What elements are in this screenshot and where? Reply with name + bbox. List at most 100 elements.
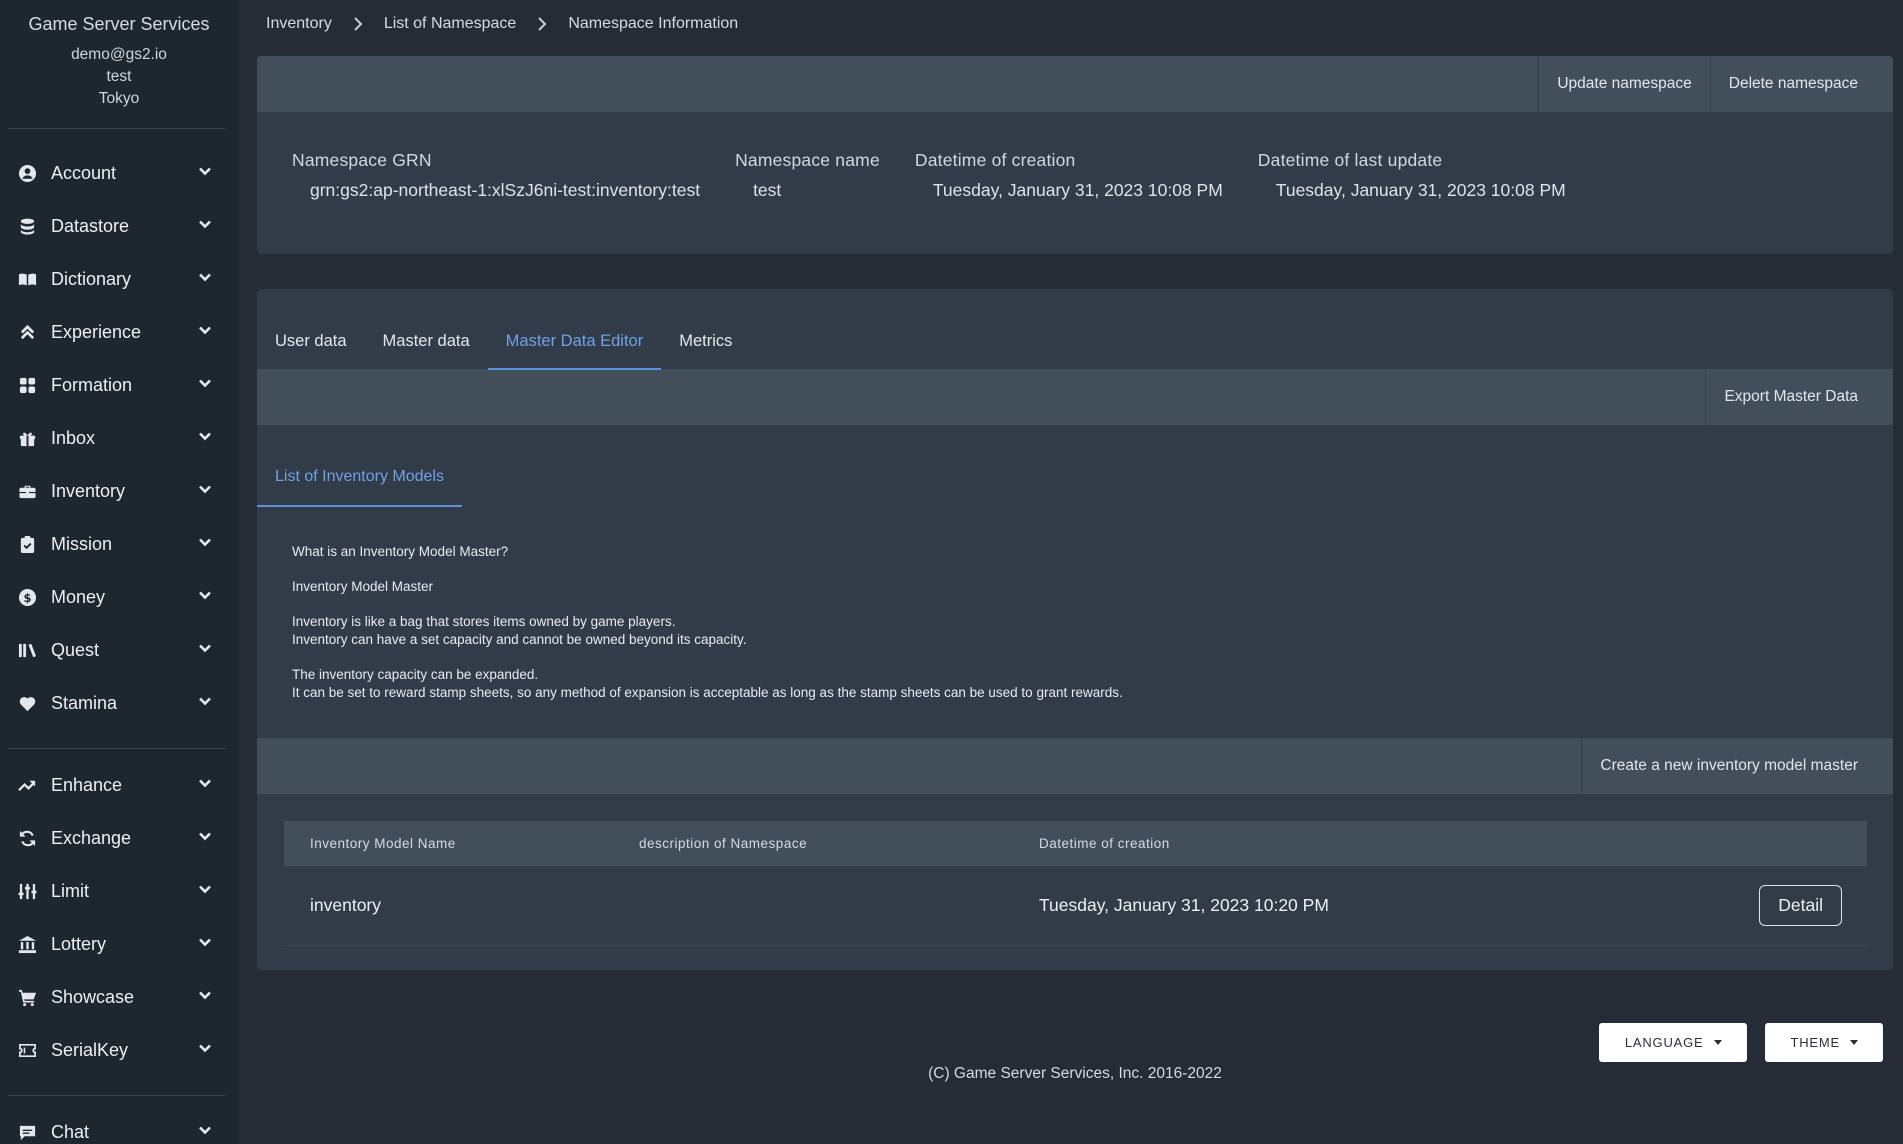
- sidebar-item-label: Mission: [51, 534, 113, 554]
- subtab-inventory-models[interactable]: List of Inventory Models: [257, 468, 462, 507]
- stamina-icon: [17, 694, 37, 714]
- sidebar-item-label: SerialKey: [51, 1040, 129, 1060]
- chevron-down-icon[interactable]: [198, 323, 212, 342]
- sidebar-item-label: Account: [51, 163, 117, 183]
- sidebar-item-showcase[interactable]: Showcase: [0, 971, 238, 1024]
- sidebar-item-stamina[interactable]: Stamina: [0, 677, 238, 730]
- breadcrumb-inventory[interactable]: Inventory: [266, 15, 332, 33]
- caret-down-icon: [1850, 1040, 1858, 1045]
- description-line: It can be set to reward stamp sheets, so…: [292, 685, 1123, 700]
- chevron-down-icon[interactable]: [198, 694, 212, 713]
- namespace-toolbar: Update namespace Delete namespace: [257, 56, 1893, 112]
- description-line: The inventory capacity can be expanded.: [292, 667, 539, 682]
- showcase-icon: [17, 988, 37, 1008]
- sidebar-item-exchange[interactable]: Exchange: [0, 812, 238, 865]
- chevron-down-icon[interactable]: [198, 270, 212, 289]
- detail-button[interactable]: Detail: [1759, 885, 1842, 926]
- sidebar-item-experience[interactable]: Experience: [0, 306, 238, 359]
- model-toolbar: Create a new inventory model master: [257, 738, 1893, 794]
- breadcrumb-namespace-list[interactable]: List of Namespace: [384, 15, 517, 33]
- chevron-down-icon[interactable]: [198, 1123, 212, 1142]
- sidebar-item-inbox[interactable]: Inbox: [0, 412, 238, 465]
- chevron-right-icon: [537, 17, 547, 31]
- chevron-down-icon[interactable]: [198, 482, 212, 501]
- model-created-cell: Tuesday, January 31, 2023 10:20 PM: [1039, 895, 1329, 915]
- experience-icon: [17, 323, 37, 343]
- language-select[interactable]: LANGUAGE: [1598, 1023, 1747, 1062]
- quest-icon: [17, 641, 37, 661]
- sidebar-item-mission[interactable]: Mission: [0, 518, 238, 571]
- column-header-created: Datetime of creation: [1039, 836, 1170, 851]
- description-heading: Inventory Model Master: [292, 579, 434, 594]
- namespace-created: Datetime of creation Tuesday, January 31…: [915, 150, 1223, 201]
- description-paragraph: The inventory capacity can be expanded. …: [292, 666, 1893, 702]
- sidebar-item-label: Dictionary: [51, 269, 132, 289]
- sidebar-item-account[interactable]: Account: [0, 147, 238, 200]
- copyright: (C) Game Server Services, Inc. 2016-2022: [928, 1065, 1222, 1082]
- chevron-down-icon[interactable]: [198, 882, 212, 901]
- description-question: What is an Inventory Model Master?: [292, 544, 509, 559]
- breadcrumb: Inventory List of Namespace Namespace In…: [257, 0, 1893, 48]
- editor-toolbar: Export Master Data: [257, 369, 1893, 425]
- tab-metrics[interactable]: Metrics: [661, 332, 750, 369]
- inventory-model-description: What is an Inventory Model Master? Inven…: [257, 506, 1893, 702]
- namespace-updated: Datetime of last update Tuesday, January…: [1258, 150, 1566, 201]
- description-paragraph: Inventory is like a bag that stores item…: [292, 613, 1893, 649]
- sidebar-item-quest[interactable]: Quest: [0, 624, 238, 677]
- chevron-down-icon[interactable]: [198, 641, 212, 660]
- subtab-bar: List of Inventory Models: [257, 425, 1893, 507]
- svg-text:$: $: [23, 591, 31, 605]
- sidebar-item-dictionary[interactable]: Dictionary: [0, 253, 238, 306]
- theme-select[interactable]: THEME: [1764, 1023, 1883, 1062]
- sidebar-item-label: Money: [51, 587, 106, 607]
- delete-namespace-button[interactable]: Delete namespace: [1709, 56, 1893, 112]
- description-line: Inventory can have a set capacity and ca…: [292, 632, 747, 647]
- chevron-right-icon: [353, 17, 363, 31]
- export-master-data-button[interactable]: Export Master Data: [1705, 369, 1893, 425]
- sidebar-header: Game Server Services demo@gs2.io test To…: [0, 0, 238, 110]
- sidebar-item-chat[interactable]: Chat: [0, 1106, 238, 1144]
- tab-master-data[interactable]: Master data: [365, 332, 488, 369]
- serialkey-icon: [17, 1041, 37, 1061]
- chevron-down-icon[interactable]: [198, 935, 212, 954]
- table-header: Inventory Model Name description of Name…: [284, 821, 1867, 866]
- sidebar-item-inventory[interactable]: Inventory: [0, 465, 238, 518]
- sidebar-item-datastore[interactable]: Datastore: [0, 200, 238, 253]
- inventory-icon: [17, 482, 37, 502]
- column-header-name: Inventory Model Name: [310, 836, 456, 851]
- user-email: demo@gs2.io: [71, 46, 167, 63]
- sidebar-item-enhance[interactable]: Enhance: [0, 759, 238, 812]
- sidebar-item-serialkey[interactable]: SerialKey: [0, 1024, 238, 1077]
- field-value: grn:gs2:ap-northeast-1:xlSzJ6ni-test:inv…: [310, 180, 701, 200]
- tab-master-data-editor[interactable]: Master Data Editor: [487, 332, 662, 370]
- datastore-icon: [17, 217, 37, 237]
- sidebar-item-formation[interactable]: Formation: [0, 359, 238, 412]
- chevron-down-icon[interactable]: [198, 429, 212, 448]
- chevron-down-icon[interactable]: [198, 376, 212, 395]
- field-label: Datetime of last update: [1257, 150, 1443, 170]
- chevron-down-icon[interactable]: [198, 588, 212, 607]
- field-label: Namespace GRN: [292, 150, 432, 170]
- chevron-down-icon[interactable]: [198, 164, 212, 183]
- sidebar-item-label: Stamina: [51, 693, 118, 713]
- chevron-down-icon[interactable]: [198, 217, 212, 236]
- inventory-model-table: Inventory Model Name description of Name…: [257, 794, 1893, 946]
- tab-user-data[interactable]: User data: [257, 332, 365, 369]
- chevron-down-icon[interactable]: [198, 829, 212, 848]
- chevron-down-icon[interactable]: [198, 535, 212, 554]
- chat-icon: [17, 1123, 37, 1143]
- update-namespace-button[interactable]: Update namespace: [1538, 56, 1709, 112]
- sidebar-item-label: Enhance: [51, 775, 123, 795]
- sidebar-item-money[interactable]: $ Money: [0, 571, 238, 624]
- sidebar-item-limit[interactable]: Limit: [0, 865, 238, 918]
- chevron-down-icon[interactable]: [198, 1041, 212, 1060]
- account-icon: [17, 164, 37, 184]
- field-value: test: [753, 180, 782, 200]
- model-name-cell: inventory: [310, 895, 382, 915]
- sidebar-item-lottery[interactable]: Lottery: [0, 918, 238, 971]
- formation-icon: [17, 376, 37, 396]
- chevron-down-icon[interactable]: [198, 988, 212, 1007]
- create-inventory-model-button[interactable]: Create a new inventory model master: [1581, 738, 1893, 794]
- chevron-down-icon[interactable]: [198, 776, 212, 795]
- field-value: Tuesday, January 31, 2023 10:08 PM: [932, 180, 1223, 200]
